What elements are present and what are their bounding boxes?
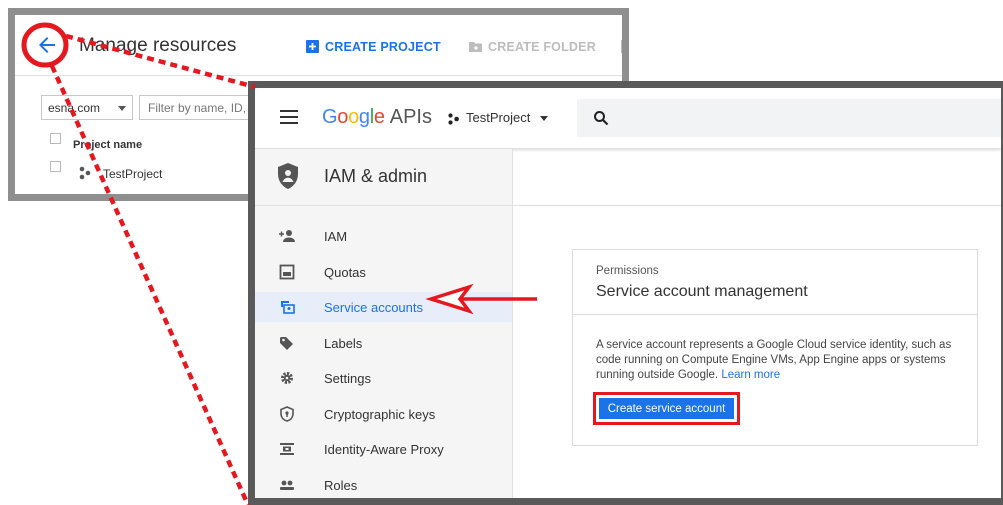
card-eyebrow: Permissions — [596, 265, 659, 277]
card-divider — [573, 314, 977, 315]
organization-select[interactable]: esna.com — [41, 95, 133, 120]
sidebar-item-roles[interactable]: Roles — [255, 470, 512, 498]
sidebar-item-settings[interactable]: Settings — [255, 363, 512, 393]
label-icon — [280, 337, 293, 350]
folder-plus-icon — [469, 42, 482, 52]
sidebar-item-service-accounts[interactable]: Service accounts — [255, 292, 512, 322]
main-content: Permissions Service account management A… — [513, 149, 1001, 498]
sidebar-item-label: IAM — [324, 229, 348, 244]
more-actions-icon[interactable] — [621, 40, 622, 53]
key-shield-icon — [280, 406, 294, 422]
google-apis-logo[interactable]: Google APIs — [322, 106, 432, 129]
sidebar-item-iam[interactable]: IAM — [255, 221, 512, 251]
sidebar-item-label: Settings — [324, 371, 371, 386]
top-app-bar: Google APIs TestProject — [255, 88, 1001, 149]
shield-person-icon — [278, 163, 298, 189]
learn-more-link[interactable]: Learn more — [721, 369, 780, 381]
sidebar-item-identity-aware-proxy[interactable]: Identity-Aware Proxy — [255, 434, 512, 464]
sidebar-item-label: Labels — [324, 336, 363, 351]
iam-admin-window: Google APIs TestProject IAM & admin IAM … — [248, 81, 1003, 505]
manage-resources-header: Manage resources CREATE PROJECT CREATE F… — [15, 15, 622, 76]
search-icon — [594, 111, 609, 126]
project-dots-icon — [448, 113, 459, 125]
header-divider — [513, 205, 1001, 206]
sidebar-item-label: Cryptographic keys — [324, 407, 436, 422]
table-row-project-name[interactable]: TestProject — [103, 167, 162, 181]
select-all-checkbox[interactable] — [50, 133, 61, 144]
create-project-label: CREATE PROJECT — [325, 40, 441, 54]
card-title: Service account management — [596, 283, 808, 300]
service-account-icon — [281, 301, 295, 314]
create-folder-label: CREATE FOLDER — [488, 40, 596, 54]
sidebar-item-label: Roles — [324, 478, 358, 493]
organization-value: esna.com — [48, 101, 101, 115]
create-service-account-button[interactable]: Create service account — [599, 398, 734, 419]
create-folder-button[interactable]: CREATE FOLDER — [469, 40, 596, 54]
sidebar-title: IAM & admin — [324, 166, 428, 186]
apis-wordmark: APIs — [389, 106, 432, 128]
project-dots-icon — [79, 166, 91, 180]
column-header-project-name: Project name — [73, 139, 143, 151]
search-input[interactable] — [577, 99, 1001, 137]
row-checkbox[interactable] — [50, 161, 61, 172]
proxy-icon — [280, 443, 294, 455]
create-service-account-highlight: Create service account — [593, 392, 740, 425]
quota-icon — [279, 264, 295, 280]
back-arrow-icon[interactable] — [35, 33, 59, 57]
sidebar-item-label: Quotas — [324, 265, 366, 280]
menu-icon[interactable] — [280, 110, 298, 124]
sidebar-item-cryptographic-keys[interactable]: Cryptographic keys — [255, 399, 512, 429]
sidebar-header: IAM & admin — [255, 149, 512, 206]
chevron-down-icon — [118, 106, 126, 111]
sidebar-item-label: Service accounts — [324, 300, 423, 315]
gear-icon — [281, 372, 293, 384]
person-add-icon — [279, 230, 295, 242]
sidebar-item-quotas[interactable]: Quotas — [255, 257, 512, 287]
sidebar: IAM & admin IAM Quotas Service accounts — [255, 149, 513, 498]
page-title: Manage resources — [79, 35, 237, 56]
plus-box-icon — [306, 40, 319, 53]
sidebar-item-labels[interactable]: Labels — [255, 328, 512, 358]
service-account-card: Permissions Service account management A… — [572, 249, 978, 446]
chevron-down-icon[interactable] — [540, 116, 548, 121]
google-wordmark: Google — [322, 106, 385, 128]
project-selector[interactable]: TestProject — [466, 110, 530, 125]
card-description: A service account represents a Google Cl… — [596, 338, 966, 383]
sidebar-item-label: Identity-Aware Proxy — [324, 442, 444, 457]
roles-icon — [280, 480, 294, 490]
create-project-button[interactable]: CREATE PROJECT — [306, 40, 441, 54]
